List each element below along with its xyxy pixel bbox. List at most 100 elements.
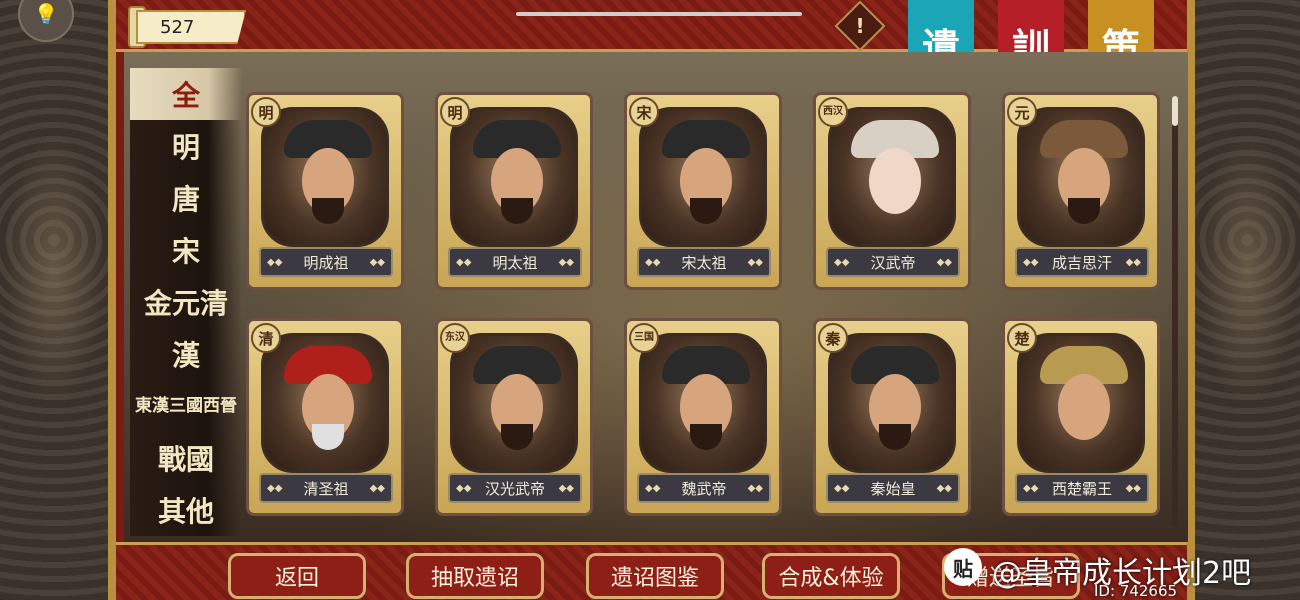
synthesize-experience-button[interactable]: 合成&体验 xyxy=(762,553,900,599)
dynasty-badge: 楚 xyxy=(1007,323,1037,353)
ornament-icon: ◆◆ xyxy=(558,482,574,494)
emperor-portrait xyxy=(261,333,389,473)
ornament-icon: ◆◆ xyxy=(936,482,952,494)
edict-collection-button[interactable]: 遗诏图鉴 xyxy=(586,553,724,599)
ornament-icon: ◆◆ xyxy=(456,482,472,494)
emperor-card[interactable]: 楚 ◆◆ 西楚霸王 ◆◆ xyxy=(1002,318,1160,516)
content-area: 全 明 唐 宋 金元清 漢 東漢三國西晉 戰國 其他 明 ◆◆ 明成祖 ◆◆ 明… xyxy=(124,52,1188,542)
emperor-portrait xyxy=(261,107,389,247)
dynasty-filter-donghan-sanguo-xijin[interactable]: 東漢三國西晉 xyxy=(130,380,242,432)
main-frame: 527 ! 遺 訓 策 全 明 唐 宋 金元清 漢 東漢三國西晉 戰國 其他 明… xyxy=(108,0,1195,600)
draw-edict-button[interactable]: 抽取遗诏 xyxy=(406,553,544,599)
emperor-name: 西楚霸王 xyxy=(1051,479,1112,498)
dynasty-badge: 宋 xyxy=(629,97,659,127)
emperor-name: 成吉思汗 xyxy=(1051,253,1112,272)
emperor-portrait xyxy=(639,107,767,247)
dynasty-filter-song[interactable]: 宋 xyxy=(130,224,242,276)
back-button[interactable]: 返回 xyxy=(228,553,366,599)
dynasty-badge: 明 xyxy=(251,97,281,127)
ornament-icon: ◆◆ xyxy=(1023,256,1039,268)
emperor-card[interactable]: 西汉 ◆◆ 汉武帝 ◆◆ xyxy=(813,92,971,290)
dynasty-badge: 明 xyxy=(440,97,470,127)
emperor-name-plate: ◆◆ 清圣祖 ◆◆ xyxy=(259,473,393,503)
emperor-name: 秦始皇 xyxy=(870,479,916,498)
emperor-name-plate: ◆◆ 汉武帝 ◆◆ xyxy=(826,247,960,277)
ornament-icon: ◆◆ xyxy=(1125,256,1141,268)
ornament-icon: ◆◆ xyxy=(834,482,850,494)
dynasty-filter-all[interactable]: 全 xyxy=(130,68,242,120)
ornament-icon: ◆◆ xyxy=(558,256,574,268)
dragon-ornament xyxy=(0,120,108,420)
emperor-name: 汉武帝 xyxy=(870,253,916,272)
ornament-icon: ◆◆ xyxy=(834,256,850,268)
top-bar: 527 ! 遺 訓 策 xyxy=(116,0,1187,88)
emperor-card[interactable]: 清 ◆◆ 清圣祖 ◆◆ xyxy=(246,318,404,516)
gift-edict-button[interactable]: 赠送圣旨 xyxy=(942,553,1080,599)
emperor-name: 清圣祖 xyxy=(303,479,349,498)
emperor-portrait xyxy=(828,333,956,473)
emperor-name-plate: ◆◆ 秦始皇 ◆◆ xyxy=(826,473,960,503)
emperor-name-plate: ◆◆ 成吉思汗 ◆◆ xyxy=(1015,247,1149,277)
emperor-card[interactable]: 东汉 ◆◆ 汉光武帝 ◆◆ xyxy=(435,318,593,516)
dynasty-badge: 秦 xyxy=(818,323,848,353)
emperor-name: 明太祖 xyxy=(492,253,538,272)
ornament-icon: ◆◆ xyxy=(747,256,763,268)
bottom-bar: 返回 抽取遗诏 遗诏图鉴 合成&体验 赠送圣旨 xyxy=(116,542,1187,600)
drag-handle[interactable] xyxy=(516,12,802,16)
dynasty-badge: 清 xyxy=(251,323,281,353)
currency-value: 527 xyxy=(160,16,195,38)
emperor-card-grid: 明 ◆◆ 明成祖 ◆◆ 明 ◆◆ 明太祖 ◆◆ 宋 ◆◆ 宋太祖 ◆◆ 西汉 ◆… xyxy=(246,92,1166,532)
alert-button[interactable]: ! xyxy=(834,0,886,52)
card-scrollbar[interactable] xyxy=(1172,96,1178,526)
emperor-card[interactable]: 宋 ◆◆ 宋太祖 ◆◆ xyxy=(624,92,782,290)
emperor-name-plate: ◆◆ 明太祖 ◆◆ xyxy=(448,247,582,277)
dynasty-filter-jin-yuan-qing[interactable]: 金元清 xyxy=(130,276,242,328)
emperor-name: 明成祖 xyxy=(303,253,349,272)
emperor-name-plate: ◆◆ 明成祖 ◆◆ xyxy=(259,247,393,277)
emperor-portrait xyxy=(450,333,578,473)
dynasty-badge: 西汉 xyxy=(818,97,848,127)
dynasty-badge: 三国 xyxy=(629,323,659,353)
emperor-name-plate: ◆◆ 西楚霸王 ◆◆ xyxy=(1015,473,1149,503)
ornament-icon: ◆◆ xyxy=(1023,482,1039,494)
left-dragon-panel: 💡 xyxy=(0,0,108,600)
emperor-name-plate: ◆◆ 魏武帝 ◆◆ xyxy=(637,473,771,503)
ornament-icon: ◆◆ xyxy=(369,482,385,494)
ornament-icon: ◆◆ xyxy=(267,256,283,268)
dynasty-filter-ming[interactable]: 明 xyxy=(130,120,242,172)
dynasty-filter-list: 全 明 唐 宋 金元清 漢 東漢三國西晉 戰國 其他 xyxy=(130,68,242,536)
currency-display: 527 xyxy=(136,10,246,44)
dynasty-badge: 东汉 xyxy=(440,323,470,353)
emperor-card[interactable]: 明 ◆◆ 明成祖 ◆◆ xyxy=(246,92,404,290)
dynasty-badge: 元 xyxy=(1007,97,1037,127)
ornament-icon: ◆◆ xyxy=(456,256,472,268)
emperor-portrait xyxy=(450,107,578,247)
emperor-card[interactable]: 元 ◆◆ 成吉思汗 ◆◆ xyxy=(1002,92,1160,290)
emperor-portrait xyxy=(828,107,956,247)
ornament-icon: ◆◆ xyxy=(369,256,385,268)
emperor-card[interactable]: 秦 ◆◆ 秦始皇 ◆◆ xyxy=(813,318,971,516)
emperor-card[interactable]: 明 ◆◆ 明太祖 ◆◆ xyxy=(435,92,593,290)
emperor-name-plate: ◆◆ 汉光武帝 ◆◆ xyxy=(448,473,582,503)
ornament-icon: ◆◆ xyxy=(645,256,661,268)
emperor-name: 宋太祖 xyxy=(681,253,727,272)
ornament-icon: ◆◆ xyxy=(747,482,763,494)
dynasty-filter-other[interactable]: 其他 xyxy=(130,484,242,536)
exclamation-icon: ! xyxy=(855,14,865,38)
scrollbar-thumb[interactable] xyxy=(1172,96,1178,126)
right-dragon-panel xyxy=(1195,0,1300,600)
emperor-name: 汉光武帝 xyxy=(484,479,545,498)
emperor-portrait xyxy=(1017,333,1145,473)
dragon-ornament xyxy=(1195,120,1300,420)
emperor-portrait xyxy=(639,333,767,473)
emperor-portrait xyxy=(1017,107,1145,247)
emperor-name-plate: ◆◆ 宋太祖 ◆◆ xyxy=(637,247,771,277)
lightbulb-icon[interactable]: 💡 xyxy=(18,0,74,42)
dynasty-filter-zhanguo[interactable]: 戰國 xyxy=(130,432,242,484)
dynasty-filter-tang[interactable]: 唐 xyxy=(130,172,242,224)
ornament-icon: ◆◆ xyxy=(1125,482,1141,494)
emperor-card[interactable]: 三国 ◆◆ 魏武帝 ◆◆ xyxy=(624,318,782,516)
emperor-name: 魏武帝 xyxy=(681,479,727,498)
dynasty-filter-han[interactable]: 漢 xyxy=(130,328,242,380)
ornament-icon: ◆◆ xyxy=(645,482,661,494)
